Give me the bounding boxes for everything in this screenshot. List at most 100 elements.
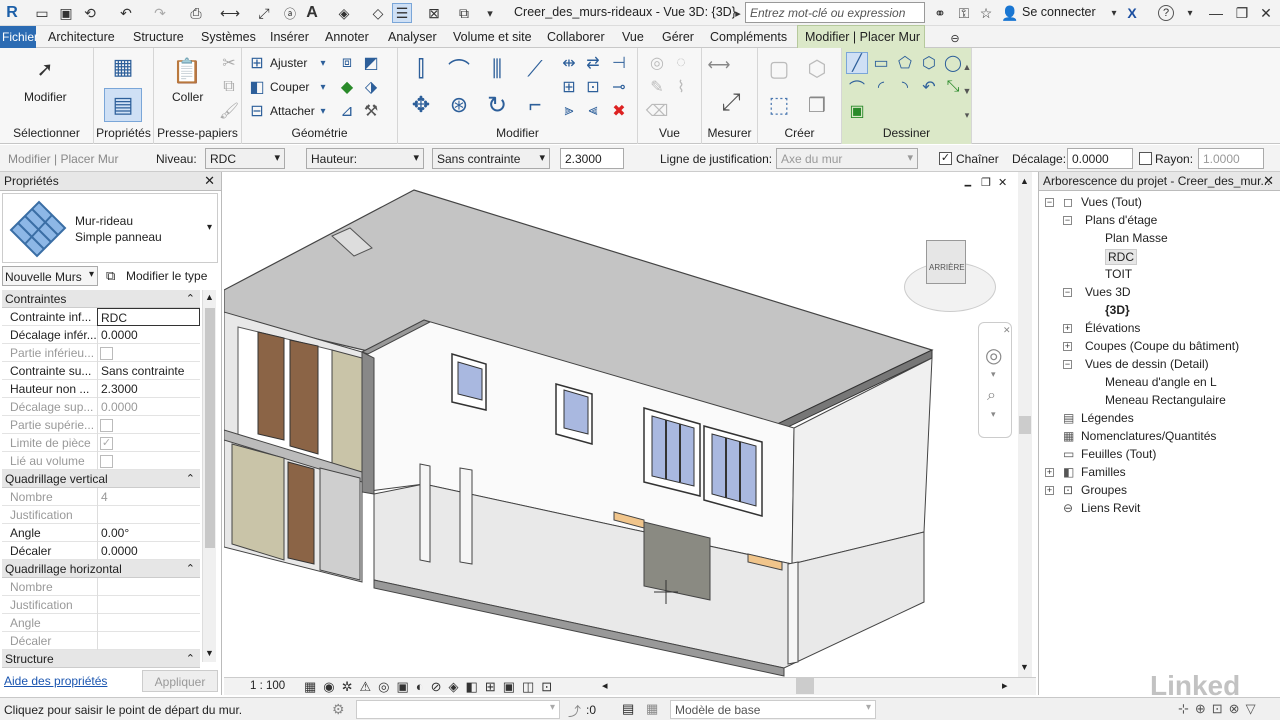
tab-vue[interactable]: Vue (622, 30, 644, 44)
cope-icon[interactable]: ⊞ (246, 52, 268, 74)
collapse-icon[interactable]: − (1063, 288, 1072, 297)
workset-dropdown-icon[interactable]: ▾ (550, 702, 555, 713)
property-row[interactable]: Justification (2, 596, 200, 614)
close-hidden-icon[interactable]: ⊠ (424, 3, 444, 23)
section-icon[interactable]: ◇ (368, 3, 388, 23)
thin-lines-icon[interactable]: ☰ (392, 3, 412, 23)
h-scroll-thumb[interactable] (796, 678, 814, 694)
paste-button[interactable]: Coller (172, 90, 203, 104)
tag-icon[interactable]: ⓐ (280, 3, 300, 23)
chevron-down-icon[interactable]: ▾ (1104, 3, 1124, 23)
height-mode-select[interactable]: Hauteur: (306, 148, 424, 169)
customize-qat-icon[interactable]: ▾ (480, 3, 500, 23)
scale-icon[interactable]: ⊡ (582, 76, 604, 98)
join-roof-icon[interactable]: ⬗ (360, 76, 382, 98)
property-value[interactable] (97, 614, 200, 632)
viewcube-face[interactable]: ARRIÈRE (929, 263, 965, 272)
expand-icon[interactable]: + (1063, 342, 1072, 351)
editing-requests-icon[interactable]: ⤴ (568, 701, 581, 720)
view-minimize-icon[interactable]: 🗕 (964, 176, 972, 195)
create-assembly-icon[interactable]: ⬡ (802, 54, 832, 84)
measure-icon[interactable]: ⟷ (220, 3, 240, 23)
aligned-dimension-icon[interactable]: ⤢ (716, 88, 746, 118)
copy-element-icon[interactable]: ⊛ (444, 90, 474, 120)
create-similar-icon[interactable]: ▢ (764, 54, 794, 84)
property-row[interactable]: Décaler (2, 632, 200, 650)
wall-joins-icon[interactable]: ⧈ (336, 52, 358, 74)
cope-dropdown-icon[interactable]: ▾ (312, 52, 334, 74)
property-checkbox[interactable] (100, 419, 113, 432)
view-scale[interactable]: 1 : 100 (250, 680, 285, 692)
paste-icon[interactable]: 📋 (172, 56, 202, 86)
browser-node[interactable]: Légendes (1081, 411, 1134, 425)
mirror-draw-icon[interactable]: ⟋ (520, 54, 550, 84)
open-icon[interactable]: ▭ (32, 3, 52, 23)
pin-icon[interactable]: ⊣ (608, 52, 630, 74)
steering-wheel-icon[interactable]: ◎ (985, 343, 1002, 368)
join-icon[interactable]: ⊟ (246, 100, 268, 122)
cut-icon[interactable]: ✂ (218, 52, 240, 74)
browser-node[interactable]: Groupes (1081, 483, 1127, 497)
collapse-icon[interactable]: − (1045, 198, 1054, 207)
property-value[interactable]: 0.0000 (97, 326, 200, 344)
cut-geometry-icon[interactable]: ◧ (246, 76, 268, 98)
height-input[interactable]: 2.3000 (560, 148, 624, 169)
measure-between-icon[interactable]: ⟷ (708, 54, 731, 76)
property-group-header[interactable]: Structure (2, 650, 200, 668)
exchange-apps-icon[interactable]: X (1122, 3, 1142, 23)
text-icon[interactable]: A (302, 3, 322, 23)
panel-label-selectionner[interactable]: Sélectionner (0, 126, 93, 140)
radius-input[interactable]: 1.0000 (1198, 148, 1264, 169)
create-parts-icon[interactable]: ⬚ (762, 90, 796, 120)
browser-node[interactable]: Meneau d'angle en L (1105, 375, 1217, 389)
revit-logo-icon[interactable]: R (2, 3, 22, 23)
constraint-select[interactable]: Sans contrainte (432, 148, 550, 169)
browser-node[interactable]: TOIT (1105, 267, 1132, 281)
property-value[interactable]: RDC (97, 308, 200, 326)
property-row[interactable]: Nombre 4 (2, 488, 200, 506)
ribbon-toggle-icon[interactable]: ⊖ (945, 28, 965, 48)
property-value[interactable] (97, 632, 200, 650)
split-icon[interactable]: ⇹ (558, 52, 580, 74)
arc-center-icon[interactable]: ◜ (870, 76, 892, 98)
paint-icon[interactable]: ◆ (336, 76, 358, 98)
draw-scroll-up-icon[interactable]: ▲ (956, 56, 978, 78)
browser-node[interactable]: Vues 3D (1085, 285, 1131, 299)
property-row[interactable]: Justification (2, 506, 200, 524)
dimension-icon[interactable]: ⤢ (254, 3, 274, 23)
active-option-icon[interactable]: ▦ (646, 701, 658, 717)
browser-node[interactable]: Vues (Tout) (1081, 195, 1142, 209)
user-icon[interactable]: 👤 (1000, 3, 1020, 23)
browser-node[interactable]: Plans d'étage (1085, 213, 1157, 227)
light-bulb-icon[interactable]: ◎ (646, 52, 668, 74)
edit-type-button[interactable]: ⧉ Modifier le type (104, 266, 218, 286)
star-icon[interactable]: ☆ (976, 3, 996, 23)
property-checkbox[interactable] (100, 347, 113, 360)
scroll-thumb[interactable] (205, 308, 215, 548)
eraser-icon[interactable]: ⌫ (646, 100, 669, 122)
trim-single-icon[interactable]: ⫷ (582, 100, 604, 122)
property-row[interactable]: Nombre (2, 578, 200, 596)
unpin-icon[interactable]: ⊸ (608, 76, 630, 98)
property-row[interactable]: Décalage sup... 0.0000 (2, 398, 200, 416)
tab-volume-site[interactable]: Volume et site (453, 30, 532, 44)
browser-node[interactable]: Feuilles (Tout) (1081, 447, 1156, 461)
browser-node[interactable]: Liens Revit (1081, 501, 1140, 515)
sign-in-link[interactable]: Se connecter (1022, 5, 1096, 19)
selection-filter-icons[interactable]: ⊹⊕⊡⊗▽ (1178, 701, 1262, 717)
tab-architecture[interactable]: Architecture (48, 30, 115, 44)
property-checkbox[interactable]: ✓ (100, 437, 113, 450)
tab-analyser[interactable]: Analyser (388, 30, 437, 44)
property-value[interactable]: 4 (97, 488, 200, 506)
property-row[interactable]: Angle 0.00° (2, 524, 200, 542)
help-dropdown-icon[interactable]: ▾ (1180, 3, 1200, 23)
property-value[interactable] (97, 596, 200, 614)
viewport-v-scrollbar[interactable]: ▲ ▼ (1018, 172, 1032, 677)
h-scroll-left-icon[interactable]: ◂ (602, 679, 608, 692)
property-group-header[interactable]: Contraintes (2, 290, 200, 308)
property-row[interactable]: Partie supérie... (2, 416, 200, 434)
array-icon[interactable]: ⊞ (558, 76, 580, 98)
cursor-icon[interactable]: ➚ (34, 58, 56, 81)
browser-node[interactable]: Élévations (1085, 321, 1140, 335)
property-value[interactable]: Sans contrainte (97, 362, 200, 380)
